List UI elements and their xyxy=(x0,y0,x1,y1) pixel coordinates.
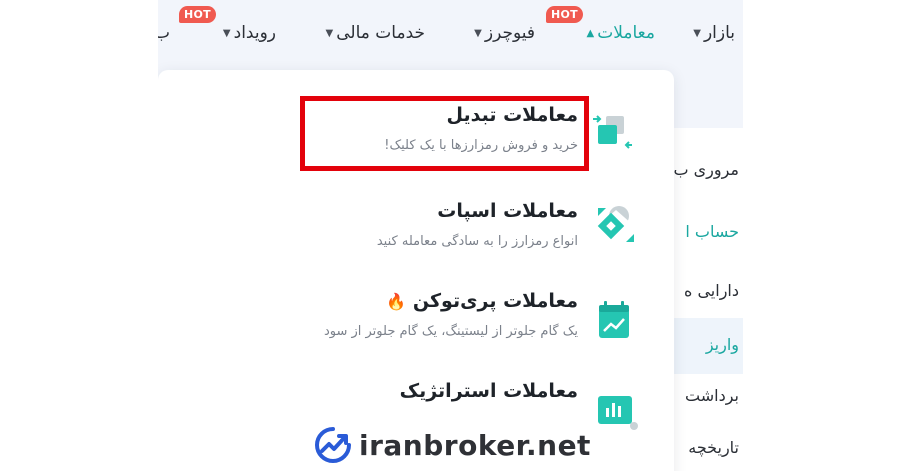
app-screen: بازار ▼ معاملات ▲ HOT فیوچرز ▼ خدمات مال… xyxy=(158,0,743,471)
nav-item-label: فیوچرز xyxy=(484,23,535,43)
sidebar-item-overview[interactable]: مروری ب xyxy=(673,160,739,179)
iranbroker-logo-icon xyxy=(315,427,351,463)
nav-item-market[interactable]: بازار ▼ xyxy=(693,20,735,46)
menu-item-description: یک گام جلوتر از لیستینگ، یک گام جلوتر از… xyxy=(323,324,578,339)
chevron-down-icon: ▼ xyxy=(474,27,482,39)
menu-item-pretoken-trading[interactable]: معاملات پری‌توکن 🔥 یک گام جلوتر از لیستی… xyxy=(158,290,674,370)
menu-item-title: معاملات پری‌توکن 🔥 xyxy=(380,290,578,312)
nav-item-futures[interactable]: فیوچرز ▼ xyxy=(474,20,535,46)
highlight-annotation-box xyxy=(300,96,589,171)
nav-item-partial[interactable]: ب xyxy=(158,20,170,46)
sidebar-item-account[interactable]: حساب ا xyxy=(685,222,739,241)
nav-item-events[interactable]: رویداد ▼ xyxy=(223,20,276,46)
nav-item-label: بازار xyxy=(703,23,735,43)
nav-item-financial-services[interactable]: خدمات مالی ▼ xyxy=(326,20,425,46)
convert-icon xyxy=(593,115,632,149)
nav-item-trading[interactable]: معاملات ▲ xyxy=(587,20,655,46)
trading-dropdown-menu: معاملات تبدیل خرید و فروش رمزارزها با یک… xyxy=(158,70,674,471)
watermark-text: iranbroker.net xyxy=(359,428,591,462)
hot-badge: HOT xyxy=(179,6,216,23)
menu-item-title-text: معاملات پری‌توکن xyxy=(412,290,578,312)
nav-item-label: خدمات مالی xyxy=(336,23,425,43)
menu-item-description: انواع رمزارز را به سادگی معامله کنید xyxy=(376,234,578,249)
sidebar-item-deposit[interactable]: واریز xyxy=(706,335,739,354)
chevron-down-icon: ▼ xyxy=(325,27,334,39)
sidebar-item-withdraw[interactable]: برداشت xyxy=(685,386,739,405)
nav-item-label: ب xyxy=(158,23,171,43)
top-navigation: بازار ▼ معاملات ▲ HOT فیوچرز ▼ خدمات مال… xyxy=(158,0,743,64)
spot-icon xyxy=(597,206,634,242)
chevron-down-icon: ▼ xyxy=(222,27,231,39)
chevron-down-icon: ▼ xyxy=(693,27,701,39)
sidebar-item-assets[interactable]: دارایی ه xyxy=(684,281,739,300)
pretoken-icon xyxy=(599,301,629,338)
watermark: iranbroker.net xyxy=(313,424,591,466)
fire-icon: 🔥 xyxy=(386,292,407,311)
account-sidebar: مروری ب حساب ا دارایی ه واریز برداشت تار… xyxy=(671,128,743,471)
nav-item-label: رویداد xyxy=(233,23,276,43)
strategy-icon xyxy=(598,396,638,430)
menu-item-title: معاملات اسپات xyxy=(437,200,578,222)
menu-item-title: معاملات استراتژیک xyxy=(399,380,578,402)
nav-item-label: معاملات xyxy=(597,23,655,43)
chevron-up-icon: ▲ xyxy=(586,27,595,39)
sidebar-item-history[interactable]: تاریخچه xyxy=(688,438,739,457)
menu-item-spot-trading[interactable]: معاملات اسپات انواع رمزارز را به سادگی م… xyxy=(158,200,674,280)
hot-badge: HOT xyxy=(546,6,583,23)
